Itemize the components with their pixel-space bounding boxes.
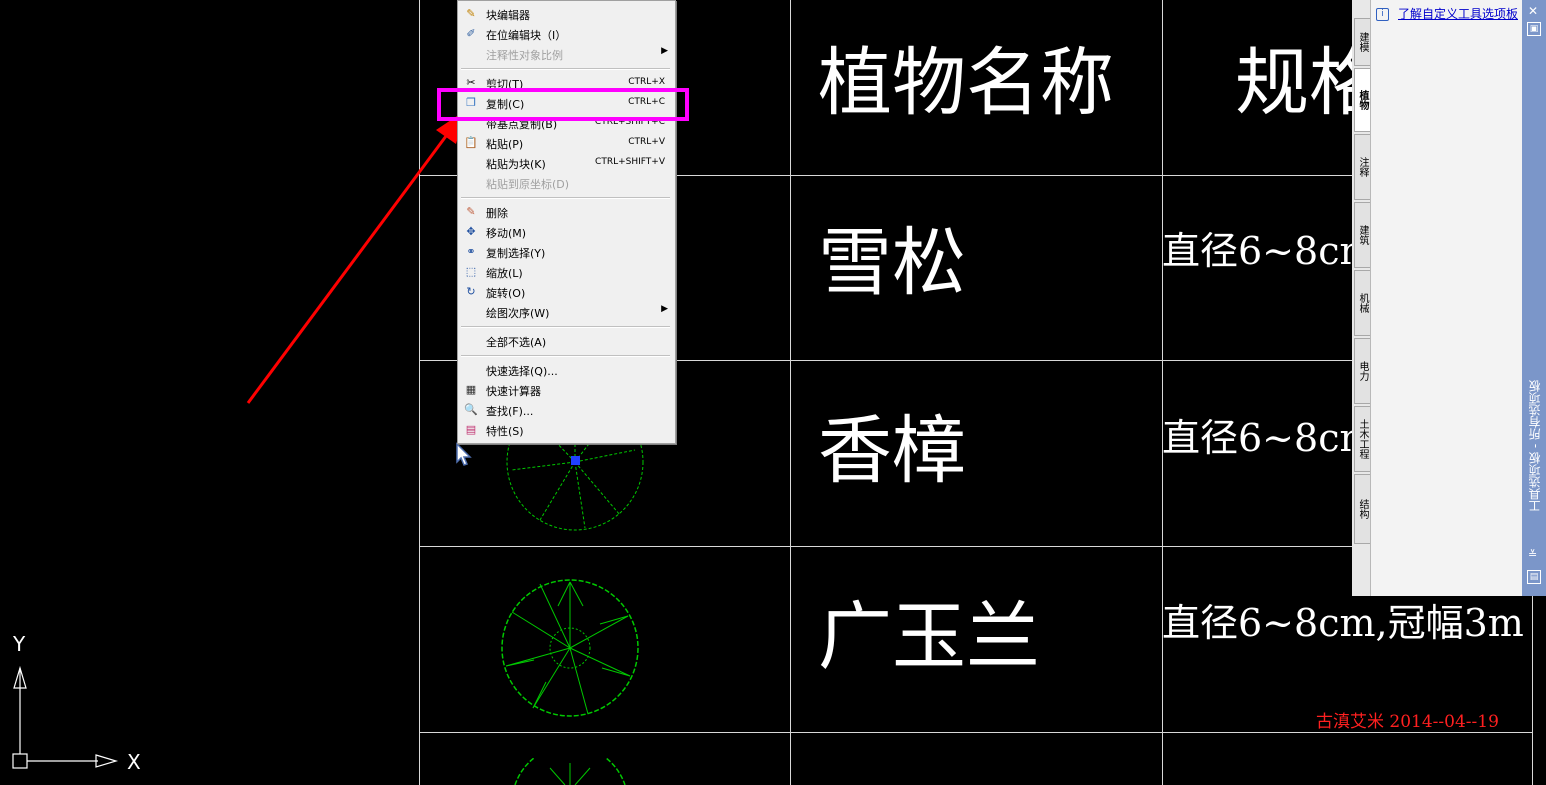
ucs-x-label: X (127, 750, 141, 774)
menu-item-paste-as-block[interactable]: 粘贴为块(K) CTRL+SHIFT+V (458, 153, 675, 173)
palette-content: i 了解自定义工具选项板 (1370, 0, 1523, 596)
find-icon: 🔍 (464, 403, 478, 416)
submenu-arrow-icon: ▶ (661, 46, 668, 56)
move-icon: ✥ (466, 225, 476, 238)
menu-item-erase[interactable]: ✎ 删除 (458, 202, 675, 222)
palette-menu-icon[interactable]: ▤ (1527, 570, 1541, 584)
palette-title: 工具选项板 - 所有选项板 (1528, 380, 1542, 512)
palette-properties-icon[interactable]: ≚ (1528, 548, 1537, 561)
menu-item-find[interactable]: 🔍 查找(F)... (458, 400, 675, 420)
ucs-y-label: Y (13, 632, 26, 656)
table-border-right (1532, 596, 1533, 785)
menu-item-label: 复制选择(Y) (486, 247, 546, 260)
menu-item-scale[interactable]: ⬚ 缩放(L) (458, 262, 675, 282)
menu-item-label: 移动(M) (486, 227, 527, 240)
menu-item-label: 删除 (486, 207, 508, 220)
mouse-cursor-icon (456, 442, 472, 466)
palette-tab-architecture[interactable]: 建筑 (1354, 202, 1370, 268)
row-3-name: 广玉兰 (818, 594, 1040, 680)
menu-item-label: 缩放(L) (486, 267, 523, 280)
palette-tab-structural[interactable]: 结构 (1354, 474, 1370, 544)
table-row-divider-4 (419, 732, 1533, 733)
row-2-spec: 直径6~8cm (1162, 416, 1376, 460)
palette-tab-annotation[interactable]: 注释 (1354, 134, 1370, 200)
menu-item-label: 注释性对象比例 (486, 49, 563, 62)
annotation-arrow (246, 110, 466, 404)
menu-item-move[interactable]: ✥ 移动(M) (458, 222, 675, 242)
menu-item-annotative-scale[interactable]: 注释性对象比例 ▶ (458, 44, 675, 64)
menu-shortcut: CTRL+V (628, 137, 665, 147)
palette-help-link[interactable]: 了解自定义工具选项板 (1398, 5, 1518, 22)
row-2-name: 香樟 (818, 408, 966, 494)
menu-item-rotate[interactable]: ↻ 旋转(O) (458, 282, 675, 302)
menu-item-properties[interactable]: ▤ 特性(S) (458, 420, 675, 440)
menu-item-draw-order[interactable]: 绘图次序(W) ▶ (458, 302, 675, 322)
menu-separator (461, 197, 670, 199)
menu-item-label: 绘图次序(W) (486, 307, 550, 320)
signature-text: 古滇艾米 2014--04--19 (1316, 712, 1499, 732)
tree-symbol-guangyulan[interactable] (498, 576, 642, 720)
menu-item-block-editor[interactable]: ✎ 块编辑器 (458, 4, 675, 24)
palette-tab-civil[interactable]: 土木工程 (1354, 406, 1370, 472)
row-1-spec: 直径6~8cm (1162, 229, 1376, 273)
palette-tab-modeling[interactable]: 建模 (1354, 18, 1370, 66)
menu-item-paste[interactable]: 📋 粘贴(P) CTRL+V (458, 133, 675, 153)
menu-item-label: 在位编辑块（I） (486, 29, 567, 42)
table-col-divider-2 (1162, 0, 1163, 785)
menu-item-edit-in-place[interactable]: ✐ 在位编辑块（I） (458, 24, 675, 44)
menu-item-label: 旋转(O) (486, 287, 526, 300)
menu-shortcut: CTRL+SHIFT+V (595, 157, 665, 167)
palette-tab-plants[interactable]: 植物 (1354, 68, 1370, 132)
menu-item-quick-select[interactable]: 快速选择(Q)... (458, 360, 675, 380)
scale-icon: ⬚ (465, 265, 477, 278)
paste-icon: 📋 (464, 136, 478, 149)
menu-separator (461, 355, 670, 357)
palette-title-bar[interactable]: ✕ ▣ 工具选项板 - 所有选项板 ≚ ▤ (1522, 0, 1546, 596)
palette-close-icon[interactable]: ✕ (1528, 4, 1538, 18)
menu-item-label: 块编辑器 (486, 9, 530, 22)
properties-icon: ▤ (465, 423, 477, 436)
menu-item-label: 查找(F)... (486, 405, 534, 418)
block-editor-icon: ✎ (466, 7, 476, 20)
palette-tab-electrical[interactable]: 电力 (1354, 338, 1370, 404)
info-icon: i (1376, 8, 1389, 21)
menu-item-label: 快速计算器 (486, 385, 541, 398)
table-col-divider-1 (790, 0, 791, 785)
submenu-arrow-icon: ▶ (661, 304, 668, 314)
context-menu: ✎ 块编辑器 ✐ 在位编辑块（I） 注释性对象比例 ▶ ✂ 剪切(T) CTRL… (457, 0, 676, 444)
tree-symbol-partial[interactable] (510, 758, 630, 785)
copy-selection-icon: ⚭ (466, 245, 476, 258)
menu-item-label: 全部不选(A) (486, 336, 547, 349)
menu-item-label: 粘贴(P) (486, 138, 524, 151)
menu-item-label: 快速选择(Q)... (486, 365, 558, 378)
palette-autohide-icon[interactable]: ▣ (1527, 22, 1541, 36)
edit-in-place-icon: ✐ (466, 27, 476, 40)
row-3-spec: 直径6~8cm,冠幅3m (1162, 601, 1524, 645)
menu-separator (461, 68, 670, 70)
menu-shortcut: CTRL+X (628, 77, 665, 87)
header-plant-name: 植物名称 (818, 40, 1114, 126)
highlight-box (437, 88, 689, 121)
eraser-icon: ✎ (466, 205, 476, 218)
menu-item-copy-selection[interactable]: ⚭ 复制选择(Y) (458, 242, 675, 262)
rotate-icon: ↻ (466, 285, 476, 298)
menu-item-label: 特性(S) (486, 425, 524, 438)
menu-item-quickcalc[interactable]: ▦ 快速计算器 (458, 380, 675, 400)
menu-separator (461, 326, 670, 328)
menu-item-label: 粘贴到原坐标(D) (486, 178, 570, 191)
palette-tab-mechanical[interactable]: 机械 (1354, 270, 1370, 336)
menu-item-deselect-all[interactable]: 全部不选(A) (458, 331, 675, 351)
row-1-name: 雪松 (818, 220, 966, 306)
menu-item-label: 粘贴为块(K) (486, 158, 546, 171)
calculator-icon: ▦ (465, 383, 477, 396)
menu-item-paste-original-coords[interactable]: 粘贴到原坐标(D) (458, 173, 675, 193)
tool-palette: 建模 植物 注释 建筑 机械 电力 土木工程 结构 i 了解自定义工具选项板 ✕… (1352, 0, 1546, 596)
